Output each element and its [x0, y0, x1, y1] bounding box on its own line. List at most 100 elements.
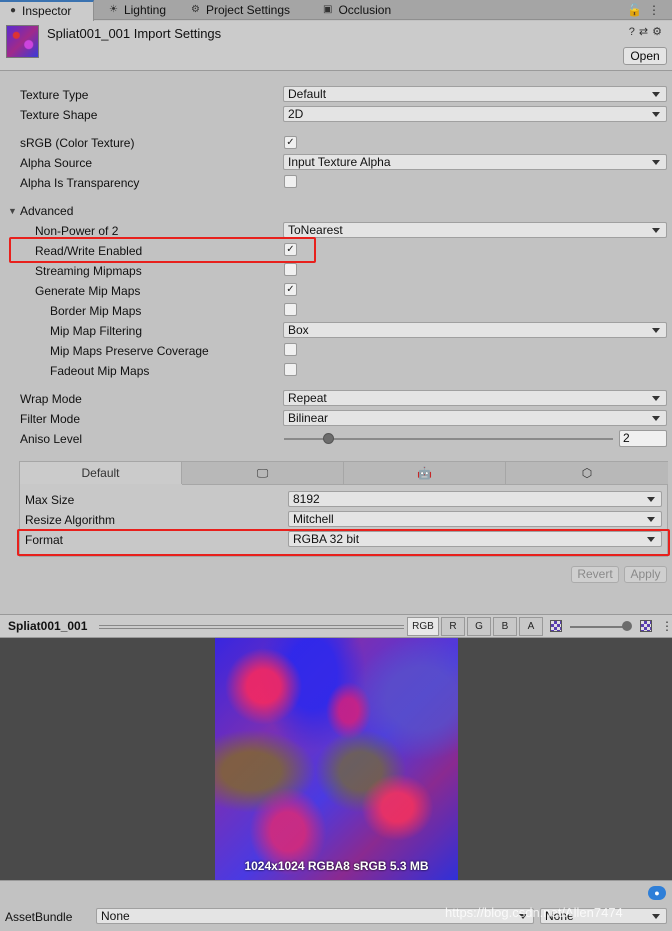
tab-label: Project Settings	[205, 3, 291, 17]
help-icon[interactable]: ?	[629, 26, 639, 38]
mip-map-filtering-dropdown[interactable]: Box	[283, 322, 667, 338]
asset-label-icon[interactable]: ●	[648, 886, 666, 900]
alpha-transparency-label: Alpha Is Transparency	[20, 176, 140, 190]
wrap-mode-label: Wrap Mode	[20, 392, 82, 406]
border-mip-maps-checkbox[interactable]	[284, 303, 297, 316]
border-mip-maps-label: Border Mip Maps	[50, 304, 142, 318]
chevron-down-icon	[652, 160, 660, 165]
mip-large-icon	[640, 620, 652, 632]
mip-level-slider[interactable]	[570, 626, 626, 628]
preset-icon[interactable]: ⇄	[639, 26, 652, 38]
tab-menu[interactable]: 🔓⋮	[627, 3, 666, 17]
texture-shape-dropdown[interactable]: 2D	[283, 106, 667, 122]
filter-mode-dropdown[interactable]: Bilinear	[283, 410, 667, 426]
alpha-source-label: Alpha Source	[20, 156, 93, 170]
editor-tab-bar: ● Inspector ☀ Lighting ⚙ Project Setting…	[0, 0, 672, 21]
dropdown-value: Bilinear	[288, 411, 329, 425]
non-power-of-2-dropdown[interactable]: ToNearest	[283, 222, 667, 238]
header-icons: ?⇄⚙	[629, 25, 666, 38]
channel-rgb-button[interactable]: RGB	[407, 617, 439, 636]
aniso-level-slider-handle[interactable]	[323, 433, 334, 444]
streaming-mipmaps-checkbox[interactable]	[284, 263, 297, 276]
non-power-of-2-label: Non-Power of 2	[35, 224, 119, 238]
open-button[interactable]: Open	[623, 47, 667, 65]
tab-divider	[182, 484, 668, 485]
texture-thumbnail	[6, 25, 39, 58]
dropdown-value: None	[101, 909, 130, 923]
tab-label: Inspector	[22, 4, 72, 18]
tab-occlusion[interactable]: ▣ Occlusion	[313, 0, 397, 20]
preview-drag-handle[interactable]	[99, 625, 404, 629]
chevron-down-icon	[647, 497, 655, 502]
alpha-transparency-checkbox[interactable]	[284, 175, 297, 188]
dropdown-value: Input Texture Alpha	[288, 155, 391, 169]
asset-bundle-label: AssetBundle	[5, 910, 73, 924]
tab-platform-default[interactable]: Default	[20, 462, 182, 484]
channel-r-button[interactable]: R	[441, 617, 465, 636]
info-icon: ●	[10, 5, 17, 16]
aniso-level-input[interactable]: 2	[619, 430, 667, 447]
fadeout-mip-maps-checkbox[interactable]	[284, 363, 297, 376]
chevron-down-icon	[652, 396, 660, 401]
tab-platform-android[interactable]: 🤖	[344, 462, 506, 484]
import-settings: Texture Type Default Texture Shape 2D sR…	[0, 72, 672, 614]
occlusion-icon: ▣	[323, 4, 333, 15]
chevron-down-icon	[652, 228, 660, 233]
mip-map-filtering-label: Mip Map Filtering	[50, 324, 143, 338]
alpha-source-dropdown[interactable]: Input Texture Alpha	[283, 154, 667, 170]
mip-preserve-coverage-checkbox[interactable]	[284, 343, 297, 356]
channel-a-button[interactable]: A	[519, 617, 543, 636]
kebab-menu-icon[interactable]: ⋮	[648, 3, 666, 17]
dropdown-value: 8192	[293, 492, 320, 506]
tab-platform-webgl[interactable]: ⬡	[506, 462, 668, 484]
annotation-highlight	[17, 529, 670, 556]
lock-icon[interactable]: 🔓	[627, 3, 648, 17]
tab-lighting[interactable]: ☀ Lighting	[99, 0, 172, 20]
chevron-down-icon	[647, 517, 655, 522]
srgb-label: sRGB (Color Texture)	[20, 136, 135, 150]
aniso-level-label: Aniso Level	[20, 432, 83, 446]
header-title: Spliat001_001 Import Settings	[47, 26, 222, 41]
channel-b-button[interactable]: B	[493, 617, 517, 636]
texture-preview-image	[215, 638, 458, 880]
streaming-mipmaps-label: Streaming Mipmaps	[35, 264, 142, 278]
max-size-dropdown[interactable]: 8192	[288, 491, 662, 507]
preview-toolbar: Spliat001_001 RGB R G B A ⋮	[0, 614, 672, 638]
srgb-checkbox[interactable]: ✓	[284, 136, 297, 149]
kebab-menu-icon[interactable]: ⋮	[661, 619, 672, 633]
apply-button[interactable]: Apply	[624, 566, 667, 583]
watermark: https://blog.csdn.net/Allen7474	[445, 905, 623, 920]
dropdown-value: 2D	[288, 107, 304, 121]
channel-g-button[interactable]: G	[467, 617, 491, 636]
dropdown-value: ToNearest	[288, 223, 343, 237]
settings-icon[interactable]: ⚙	[652, 26, 666, 38]
bulb-icon: ☀	[109, 4, 118, 15]
chevron-down-icon	[652, 416, 660, 421]
texture-type-label: Texture Type	[20, 88, 89, 102]
texture-type-dropdown[interactable]: Default	[283, 86, 667, 102]
gear-icon: ⚙	[191, 4, 200, 15]
tab-inspector[interactable]: ● Inspector	[0, 0, 94, 21]
mip-preserve-coverage-label: Mip Maps Preserve Coverage	[50, 344, 209, 358]
tab-platform-standalone[interactable]: 🖵	[182, 462, 344, 484]
texture-shape-label: Texture Shape	[20, 108, 98, 122]
dropdown-value: Default	[288, 87, 327, 101]
wrap-mode-dropdown[interactable]: Repeat	[283, 390, 667, 406]
advanced-foldout[interactable]: Advanced	[20, 204, 73, 218]
android-icon: 🤖	[417, 466, 432, 480]
foldout-arrow-icon[interactable]: ▼	[8, 206, 17, 216]
tab-label: Lighting	[123, 3, 167, 17]
resize-algorithm-dropdown[interactable]: Mitchell	[288, 511, 662, 527]
chevron-down-icon	[652, 112, 660, 117]
tab-project-settings[interactable]: ⚙ Project Settings	[181, 0, 296, 20]
html5-icon: ⬡	[581, 466, 593, 480]
monitor-icon: 🖵	[256, 466, 269, 480]
dropdown-value: Mitchell	[293, 512, 334, 526]
max-size-label: Max Size	[25, 493, 75, 507]
mip-level-slider-handle[interactable]	[622, 621, 632, 631]
revert-button[interactable]: Revert	[571, 566, 619, 583]
dropdown-value: Repeat	[288, 391, 327, 405]
generate-mip-maps-checkbox[interactable]: ✓	[284, 283, 297, 296]
resize-algorithm-label: Resize Algorithm	[25, 513, 116, 527]
chevron-down-icon	[652, 328, 660, 333]
